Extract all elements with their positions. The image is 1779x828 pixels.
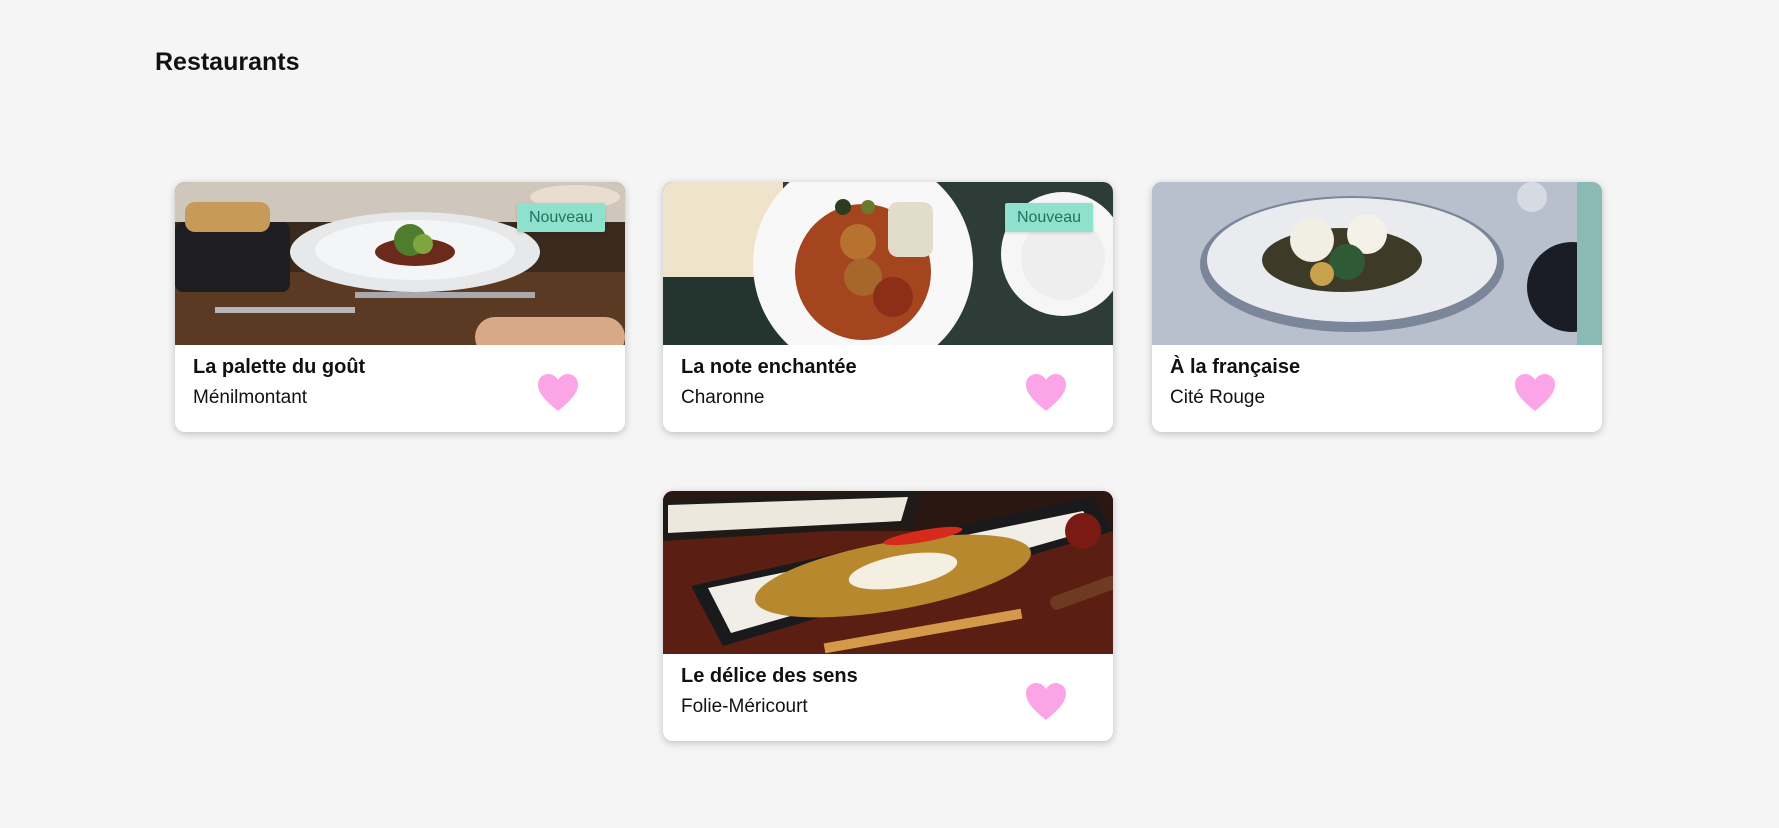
heart-icon[interactable] bbox=[1514, 373, 1556, 413]
restaurants-page: Restaurants Nouveau La palette du goût M… bbox=[0, 0, 1779, 828]
restaurant-card-1[interactable]: Nouveau La palette du goût Ménilmontant bbox=[175, 182, 625, 432]
restaurant-name: Le délice des sens bbox=[681, 665, 858, 687]
restaurant-card-4[interactable]: Le délice des sens Folie-Méricourt bbox=[663, 491, 1113, 741]
restaurant-name: La note enchantée bbox=[681, 356, 857, 378]
restaurant-area: Charonne bbox=[681, 387, 765, 408]
heart-icon[interactable] bbox=[1025, 682, 1067, 722]
restaurant-area: Cité Rouge bbox=[1170, 387, 1266, 408]
restaurant-photo-1: Nouveau bbox=[175, 182, 625, 345]
restaurant-card-2[interactable]: Nouveau La note enchantée Charonne bbox=[663, 182, 1113, 432]
restaurant-card-3[interactable]: À la française Cité Rouge bbox=[1152, 182, 1602, 432]
restaurant-area: Folie-Méricourt bbox=[681, 696, 808, 717]
restaurant-name: À la française bbox=[1170, 356, 1301, 378]
restaurant-photo-4 bbox=[663, 491, 1113, 654]
new-badge: Nouveau bbox=[516, 203, 605, 232]
restaurant-name: La palette du goût bbox=[193, 356, 366, 378]
heart-icon[interactable] bbox=[537, 373, 579, 413]
restaurant-photo-3 bbox=[1152, 182, 1602, 345]
restaurant-area: Ménilmontant bbox=[193, 387, 308, 408]
new-badge: Nouveau bbox=[1004, 203, 1093, 232]
restaurant-photo-2: Nouveau bbox=[663, 182, 1113, 345]
page-title: Restaurants bbox=[155, 48, 300, 76]
heart-icon[interactable] bbox=[1025, 373, 1067, 413]
